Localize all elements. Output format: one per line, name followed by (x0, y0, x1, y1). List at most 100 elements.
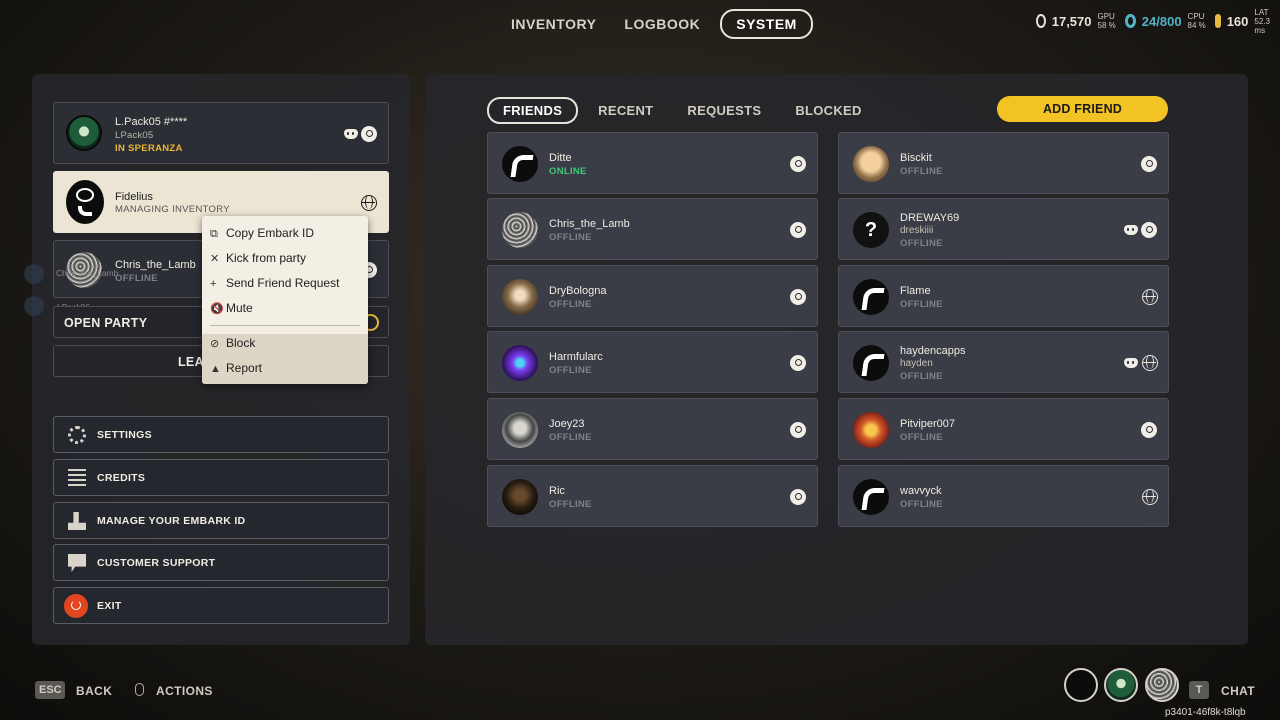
menu-item-copy-embark-id[interactable]: ⧉ Copy Embark ID (210, 226, 314, 241)
friend-card[interactable]: Bisckit OFFLINE (838, 132, 1169, 194)
steam-icon (790, 156, 806, 172)
party-avatar-speaker[interactable] (1064, 668, 1098, 702)
menu-item-kick[interactable]: ✕ Kick from party (210, 251, 306, 265)
tab-recent[interactable]: RECENT (584, 99, 667, 122)
support-chat-icon (68, 554, 86, 572)
friend-name: Flame (900, 285, 931, 297)
friend-name: DryBologna (549, 285, 607, 297)
party-member-name: Fidelius (115, 191, 153, 203)
ring-icon (1125, 14, 1136, 28)
friend-card[interactable]: DryBologna OFFLINE (487, 265, 818, 327)
avatar (502, 279, 538, 315)
steam-icon (790, 355, 806, 371)
mute-icon: 🔇 (210, 303, 224, 315)
globe-icon (1142, 355, 1158, 371)
friend-card[interactable]: wavvyck OFFLINE (838, 465, 1169, 527)
coins-value: 17,570 (1051, 13, 1092, 29)
avatar (502, 412, 538, 448)
speaker-avatar (66, 180, 104, 224)
settings-button[interactable]: SETTINGS (53, 416, 389, 453)
exit-button[interactable]: EXIT (53, 587, 389, 624)
friend-name: Ditte (549, 152, 572, 164)
avatar (502, 479, 538, 515)
leave-party-label: LEA (178, 355, 204, 369)
context-menu: ⧉ Copy Embark ID ✕ Kick from party + Send F… (202, 216, 368, 384)
discord-icon (1124, 225, 1138, 235)
steam-icon (790, 489, 806, 505)
power-icon (64, 594, 88, 618)
friend-status: OFFLINE (549, 299, 592, 310)
embark-avatar (853, 479, 889, 515)
friend-card[interactable]: Joey23 OFFLINE (487, 398, 818, 460)
manage-embark-id-button[interactable]: MANAGE YOUR EMBARK ID (53, 502, 389, 539)
friend-status: OFFLINE (900, 299, 943, 310)
customer-support-button[interactable]: CUSTOMER SUPPORT (53, 544, 389, 581)
friend-status: OFFLINE (900, 499, 943, 510)
menu-item-mute[interactable]: 🔇 Mute (210, 301, 253, 315)
chat-button[interactable]: CHAT (1221, 684, 1255, 698)
globe-icon (361, 195, 377, 211)
party-member-sub: LPack05 (115, 130, 154, 141)
tab-friends[interactable]: FRIENDS (487, 97, 579, 124)
credits-button[interactable]: CREDITS (53, 459, 389, 496)
friend-card[interactable]: Pitviper007 OFFLINE (838, 398, 1169, 460)
menu-item-send-friend-request[interactable]: + Send Friend Request (210, 276, 339, 290)
side-party-avatar (24, 296, 44, 316)
friend-name: Chris_the_Lamb (549, 218, 630, 230)
friend-card[interactable]: Ric OFFLINE (487, 465, 818, 527)
menu-item-block[interactable]: ⊘ Block (210, 336, 255, 350)
tab-system[interactable]: SYSTEM (720, 9, 813, 39)
question-icon: ? (853, 212, 889, 248)
friend-status: OFFLINE (549, 432, 592, 443)
friend-name: Joey23 (549, 418, 585, 430)
tab-requests[interactable]: REQUESTS (673, 99, 775, 122)
credits-label: CREDITS (97, 472, 146, 484)
friend-card[interactable]: Flame OFFLINE (838, 265, 1169, 327)
friend-card[interactable]: Harmfularc OFFLINE (487, 331, 818, 393)
back-button[interactable]: BACK (76, 684, 112, 698)
party-avatar-chris[interactable] (1145, 668, 1179, 702)
steam-icon (790, 289, 806, 305)
friend-card[interactable]: Chris_the_Lamb OFFLINE (487, 198, 818, 260)
friend-status: OFFLINE (900, 238, 943, 249)
copy-icon: ⧉ (210, 228, 218, 240)
friend-card[interactable]: Ditte ONLINE (487, 132, 818, 194)
friend-name: wavvyck (900, 485, 942, 497)
actions-button[interactable]: ACTIONS (156, 684, 213, 698)
exit-label: EXIT (97, 600, 122, 612)
hud-overlay: 17,570 GPU 58 % 24/800 CPU 84 % 160 LAT … (1036, 8, 1280, 35)
credits-icon (68, 469, 86, 487)
warning-icon: ▲ (210, 363, 221, 375)
avatar (502, 345, 538, 381)
session-id: p3401-46f8k-t8lqb (1165, 707, 1246, 718)
avatar (502, 212, 538, 248)
tab-logbook[interactable]: LOGBOOK (610, 11, 714, 37)
menu-item-report[interactable]: ▲ Report (210, 361, 262, 375)
friend-name: Bisckit (900, 152, 932, 164)
friend-status: OFFLINE (900, 432, 943, 443)
friend-card[interactable]: haydencapps hayden OFFLINE (838, 331, 1169, 393)
tab-inventory[interactable]: INVENTORY (497, 11, 610, 37)
party-member-name: Chris_the_Lamb (115, 259, 196, 271)
friends-tabs: FRIENDS RECENT REQUESTS BLOCKED (487, 97, 882, 124)
block-icon: ⊘ (210, 338, 220, 350)
party-avatar-lpack[interactable] (1104, 668, 1138, 702)
globe-icon (1142, 289, 1158, 305)
add-friend-button[interactable]: ADD FRIEND (997, 96, 1168, 122)
tab-blocked[interactable]: BLOCKED (781, 99, 875, 122)
friend-name: haydencapps (900, 345, 966, 357)
party-member-status: OFFLINE (115, 273, 158, 284)
friend-name: DREWAY69 (900, 212, 960, 224)
friend-card[interactable]: ? DREWAY69 dreskiiii OFFLINE (838, 198, 1169, 260)
discord-icon (344, 129, 358, 139)
steam-icon (361, 126, 377, 142)
embark-id-icon (68, 512, 86, 530)
globe-icon (1142, 489, 1158, 505)
friend-status: OFFLINE (900, 166, 943, 177)
ring-value: 24/800 (1141, 13, 1182, 29)
side-party-avatar (24, 264, 44, 284)
mouse-icon (135, 683, 144, 696)
steam-icon (1141, 156, 1157, 172)
esc-key-hint: ESC (35, 681, 65, 699)
party-member-lpack05[interactable]: L.Pack05 #**** LPack05 IN SPERANZA (53, 102, 389, 164)
